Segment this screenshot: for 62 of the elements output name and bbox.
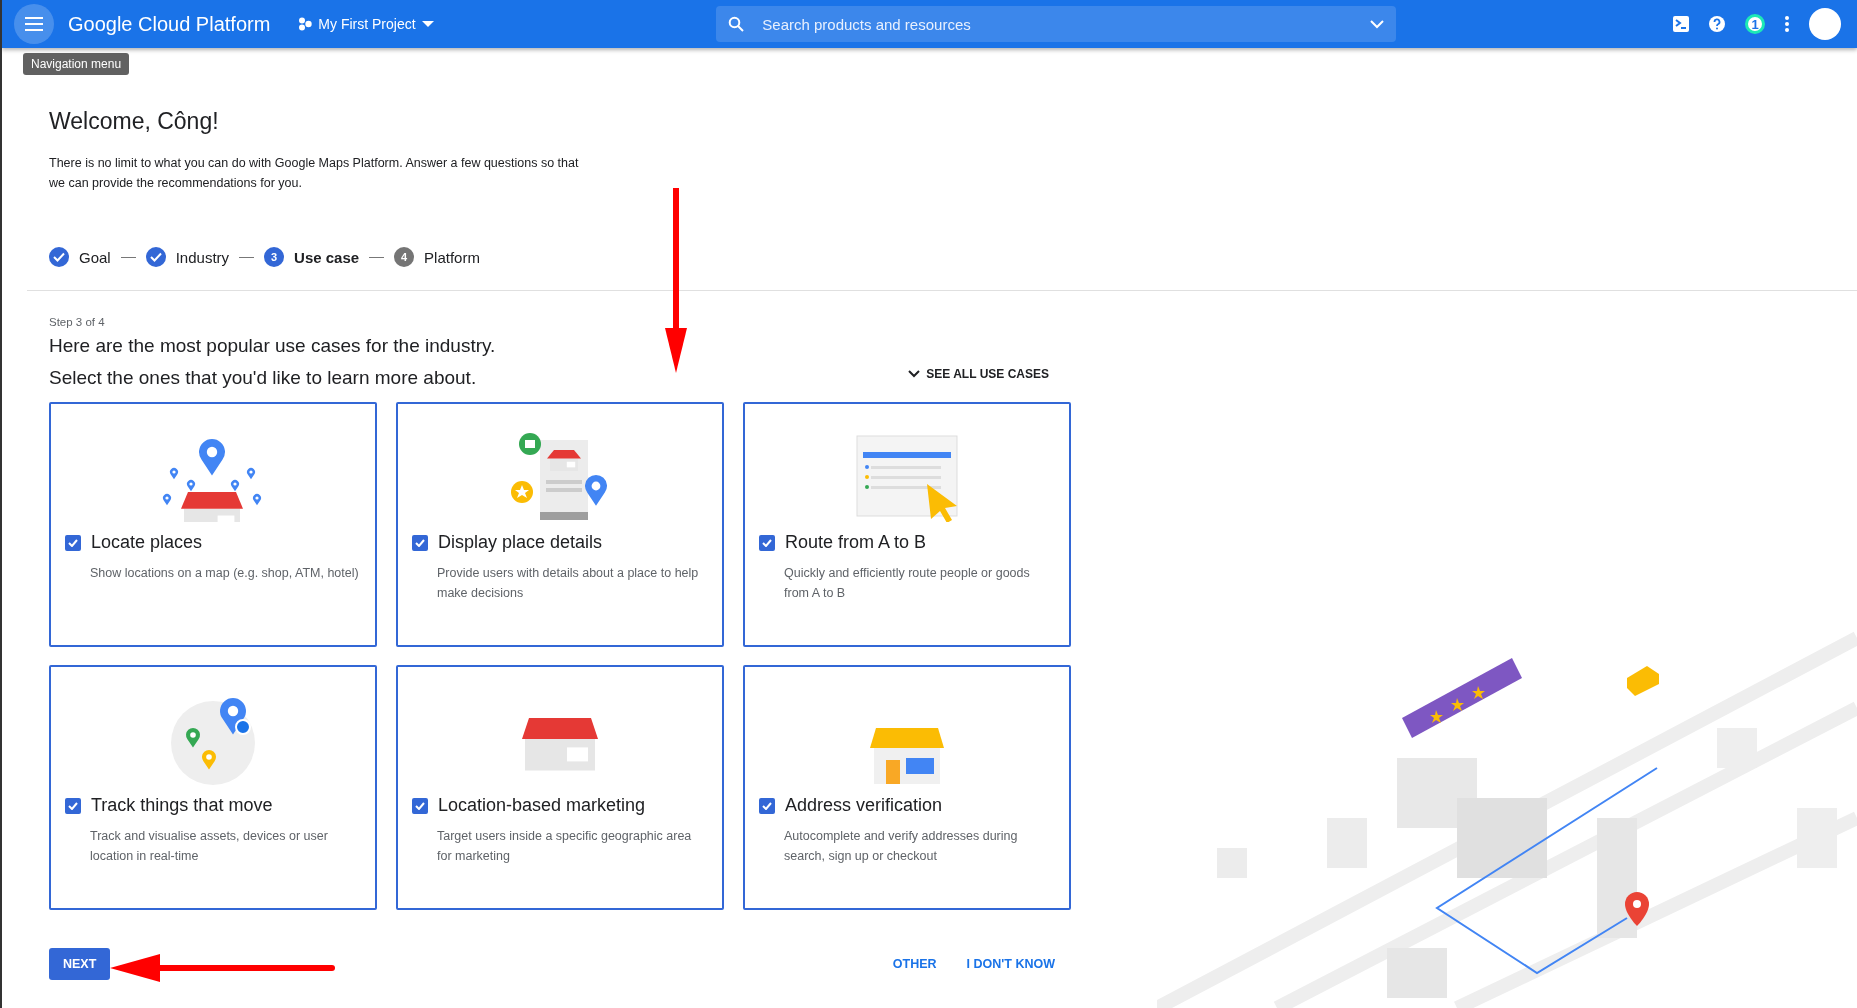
use-case-card[interactable]: Route from A to B Quickly and efficiently route people or goods from A to B xyxy=(743,402,1071,647)
section-heading: Select the ones that you'd like to learn more about. xyxy=(49,366,478,390)
use-case-title: Address verification xyxy=(785,795,943,816)
chevron-down-icon xyxy=(908,370,921,378)
use-case-card[interactable]: Location-based marketing Target users inside a specific geographic area for marketing xyxy=(396,665,724,910)
search-field[interactable]: Search products and resources xyxy=(760,14,1355,34)
checkbox[interactable] xyxy=(65,797,81,814)
next-button[interactable]: NEXT xyxy=(49,948,111,980)
search-bar[interactable]: Search products and resources xyxy=(716,6,1397,42)
check-icon xyxy=(762,801,772,810)
checkbox[interactable] xyxy=(759,534,775,551)
project-icon xyxy=(298,17,313,31)
check-icon xyxy=(415,801,425,810)
search-icon xyxy=(728,16,745,32)
step-label: Use case xyxy=(294,248,360,266)
check-icon xyxy=(762,538,772,547)
use-case-card[interactable]: Address verification Autocomplete and verify addresses during search, sign up or checkout xyxy=(743,665,1071,910)
step-number: 3 xyxy=(264,247,285,267)
chevron-down-icon xyxy=(1370,19,1385,29)
step-number: 4 xyxy=(394,247,415,267)
checkbox[interactable] xyxy=(412,797,428,814)
check-icon xyxy=(68,801,78,810)
use-case-description: Track and visualise assets, devices or user location in real-time xyxy=(90,828,329,865)
step-label: Platform xyxy=(424,248,480,266)
terminal-icon[interactable] xyxy=(1673,16,1689,32)
use-case-card[interactable]: Locate places Show locations on a map (e.g. shop, ATM, hotel) xyxy=(49,402,377,647)
menu-icon xyxy=(25,17,43,31)
use-case-card[interactable]: Track things that move Track and visualise assets, devices or user location in real-time xyxy=(49,665,377,910)
use-case-title: Route from A to B xyxy=(785,532,927,553)
menu-button[interactable] xyxy=(14,4,54,44)
step-label: Industry xyxy=(175,248,230,266)
project-selector[interactable]: My First Project xyxy=(292,15,440,33)
use-case-title: Location-based marketing xyxy=(438,795,646,816)
step-label: Goal xyxy=(79,248,111,266)
use-case-description: Provide users with details about a place to help make decisions xyxy=(437,565,700,602)
use-case-card[interactable]: Display place details Provide users with details about a place to help make decisions xyxy=(396,402,724,647)
see-all-button[interactable]: SEE ALL USE CASES xyxy=(902,366,1055,382)
use-case-title: Locate places xyxy=(91,532,203,553)
use-case-title: Display place details xyxy=(438,532,603,553)
welcome-description: There is no limit to what you can do with Google Maps Platform. Answer a few questions so that we can provide the recommendations for you. xyxy=(49,155,580,192)
check-icon xyxy=(68,538,78,547)
use-case-description: Show locations on a map (e.g. shop, ATM, hotel) xyxy=(90,565,360,582)
checkbox[interactable] xyxy=(759,797,775,814)
help-icon[interactable] xyxy=(1709,16,1725,32)
tooltip: Navigation menu xyxy=(23,53,130,75)
welcome-title: Welcome, Công! xyxy=(49,108,220,135)
more-icon[interactable] xyxy=(1785,16,1789,32)
app-title: Google Cloud Platform xyxy=(68,12,271,36)
step-counter: Step 3 of 4 xyxy=(49,316,106,328)
use-case-description: Quickly and efficiently route people or goods from A to B xyxy=(784,565,1031,602)
other-button[interactable]: OTHER xyxy=(892,957,937,971)
section-heading: Here are the most popular use cases for the industry. xyxy=(49,334,496,358)
dont-know-button[interactable]: I DON'T KNOW xyxy=(966,957,1055,971)
avatar[interactable] xyxy=(1809,8,1841,40)
caret-icon xyxy=(421,20,434,28)
notification-badge[interactable]: 1 xyxy=(1745,14,1765,34)
checkbox[interactable] xyxy=(65,534,81,551)
check-icon xyxy=(415,538,425,547)
checkbox[interactable] xyxy=(412,534,428,551)
use-case-description: Autocomplete and verify addresses during search, sign up or checkout xyxy=(784,828,1019,865)
use-case-title: Track things that move xyxy=(91,795,273,816)
use-case-description: Target users inside a specific geographic area for marketing xyxy=(437,828,693,865)
